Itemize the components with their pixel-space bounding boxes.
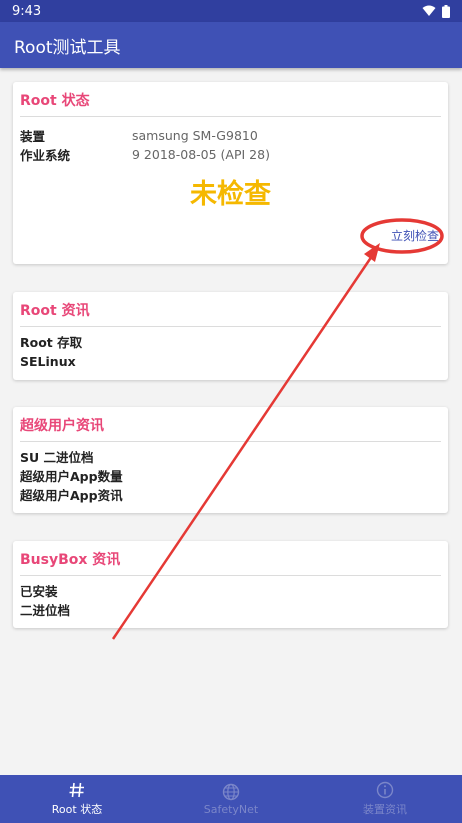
hash-icon: [69, 782, 84, 798]
check-now-link[interactable]: 立刻检查: [391, 227, 439, 244]
row-value: 9 2018-08-05 (API 28): [132, 147, 270, 162]
info-icon: [376, 781, 394, 799]
app-bar: Root测试工具: [0, 22, 462, 68]
root-info-card: Root 资讯 Root 存取 SELinux: [13, 292, 448, 380]
info-row-device: 装置 samsung SM-G9810: [20, 126, 441, 145]
battery-icon: [442, 4, 450, 18]
nav-item-root-status[interactable]: Root 状态: [0, 775, 154, 823]
info-row-binary: 二进位档: [20, 603, 71, 618]
card-title: Root 资讯: [20, 292, 441, 327]
info-row-os: 作业系统 9 2018-08-05 (API 28): [20, 145, 441, 164]
info-row-root-access: Root 存取: [20, 335, 83, 350]
status-icons: [422, 4, 450, 18]
row-label: 作业系统: [20, 148, 71, 163]
info-row-installed: 已安装: [20, 584, 58, 599]
info-row-su-app-count: 超级用户App数量: [20, 469, 123, 484]
info-row-su-app-info: 超级用户App资讯: [20, 488, 123, 503]
nav-label: Root 状态: [51, 803, 103, 816]
info-row-selinux: SELinux: [20, 354, 76, 369]
su-info-card: 超级用户资讯 SU 二进位档 超级用户App数量 超级用户App资讯: [13, 407, 448, 513]
globe-icon: [222, 783, 240, 800]
card-title: 超级用户资讯: [20, 407, 441, 442]
wifi-icon: [422, 5, 436, 16]
card-title: Root 状态: [20, 82, 441, 117]
busybox-info-card: BusyBox 资讯 已安装 二进位档: [13, 541, 448, 628]
status-time: 9:43: [12, 3, 42, 19]
app-title: Root测试工具: [14, 37, 121, 58]
nav-label: SafetyNet: [203, 802, 259, 816]
card-title: BusyBox 资讯: [20, 541, 441, 576]
row-label: 装置: [20, 129, 46, 144]
info-row-su-binary: SU 二进位档: [20, 450, 94, 465]
nav-item-device-info[interactable]: 装置资讯: [308, 775, 462, 823]
bottom-navigation: Root 状态 SafetyNet 装置资讯: [0, 775, 462, 823]
nav-item-safetynet[interactable]: SafetyNet: [154, 775, 308, 823]
row-value: samsung SM-G9810: [132, 128, 258, 143]
status-bar: 9:43: [0, 0, 462, 22]
root-status-card: Root 状态 装置 samsung SM-G9810 作业系统 9 2018-…: [13, 82, 448, 264]
root-check-status: 未检查: [190, 179, 271, 210]
nav-label: 装置资讯: [363, 803, 407, 816]
